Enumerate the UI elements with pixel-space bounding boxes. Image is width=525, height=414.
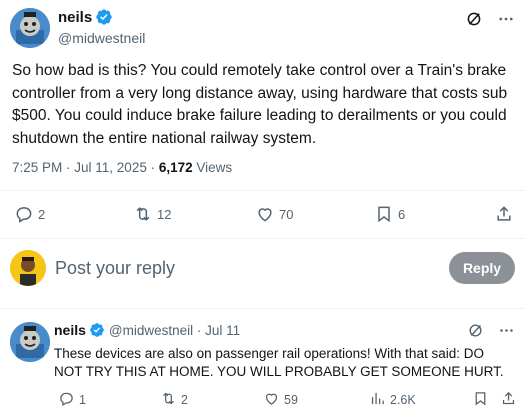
reply-top-icons <box>467 322 515 344</box>
reply-actions: 1 2 59 2.6K <box>0 388 525 410</box>
reply-count: 1 <box>79 393 86 407</box>
reply-action[interactable]: 1 <box>58 390 86 410</box>
bookmark-icon <box>374 204 394 224</box>
grok-icon[interactable] <box>465 10 483 28</box>
bookmark-action[interactable] <box>472 390 489 410</box>
my-avatar[interactable] <box>10 250 46 286</box>
repost-icon <box>160 390 177 410</box>
author-row: neils <box>58 8 113 26</box>
divider <box>0 308 525 309</box>
like-action[interactable]: 70 <box>255 204 293 224</box>
like-count: 59 <box>284 393 298 407</box>
heart-icon <box>263 390 280 410</box>
repost-action[interactable]: 12 <box>133 204 171 224</box>
reply-icon <box>14 204 34 224</box>
reply-author-avatar[interactable] <box>10 322 50 362</box>
user-handle[interactable]: @midwestneil <box>58 30 145 46</box>
display-name[interactable]: neils <box>58 9 92 26</box>
reply-button[interactable]: Reply <box>449 252 515 284</box>
tweet-actions: 2 12 70 6 <box>0 198 525 230</box>
more-options-icon[interactable] <box>497 10 515 28</box>
reply-author-row: neils @midwestneil · Jul 11 <box>54 322 240 338</box>
reply-action[interactable]: 2 <box>14 204 45 224</box>
reply-tweet[interactable]: neils @midwestneil · Jul 11 These device… <box>0 312 525 414</box>
user-avatar[interactable] <box>10 8 50 48</box>
timestamp[interactable]: 7:25 PM · Jul 11, 2025 · <box>12 160 159 175</box>
reply-display-name[interactable]: neils <box>54 322 86 338</box>
divider <box>0 190 525 191</box>
repost-action[interactable]: 2 <box>160 390 188 410</box>
tweet-text: So how bad is this? You could remotely t… <box>12 62 508 147</box>
divider <box>0 238 525 239</box>
reply-count: 2 <box>38 206 46 222</box>
views-label: Views <box>192 160 233 175</box>
reply-composer: Post your reply Reply <box>0 244 525 294</box>
reply-icon <box>58 390 75 410</box>
heart-icon <box>255 204 275 224</box>
analytics-icon <box>369 390 386 410</box>
share-action[interactable] <box>500 390 517 410</box>
more-options-icon[interactable] <box>498 322 515 344</box>
repost-count: 12 <box>157 206 172 222</box>
verified-badge-icon <box>89 322 105 338</box>
share-action[interactable] <box>494 204 514 224</box>
views-action[interactable]: 2.6K <box>369 390 416 410</box>
bookmark-action[interactable]: 6 <box>374 204 405 224</box>
reply-handle-date[interactable]: @midwestneil · Jul 11 <box>109 323 240 338</box>
repost-count: 2 <box>181 393 188 407</box>
views-count: 2.6K <box>390 393 416 407</box>
bookmark-icon <box>472 390 489 410</box>
views-count: 6,172 <box>158 160 193 175</box>
reply-text: These devices are also on passenger rail… <box>54 346 504 379</box>
reply-input[interactable]: Post your reply <box>55 258 175 279</box>
like-count: 70 <box>279 206 294 222</box>
grok-icon[interactable] <box>467 322 484 344</box>
like-action[interactable]: 59 <box>263 390 298 410</box>
share-icon <box>494 204 514 224</box>
share-icon <box>500 390 517 410</box>
verified-badge-icon <box>95 8 113 26</box>
repost-icon <box>133 204 153 224</box>
top-icons <box>465 10 515 28</box>
bookmark-count: 6 <box>398 206 406 222</box>
tweet-meta: 7:25 PM · Jul 11, 2025 · 6,172 Views <box>12 160 232 175</box>
